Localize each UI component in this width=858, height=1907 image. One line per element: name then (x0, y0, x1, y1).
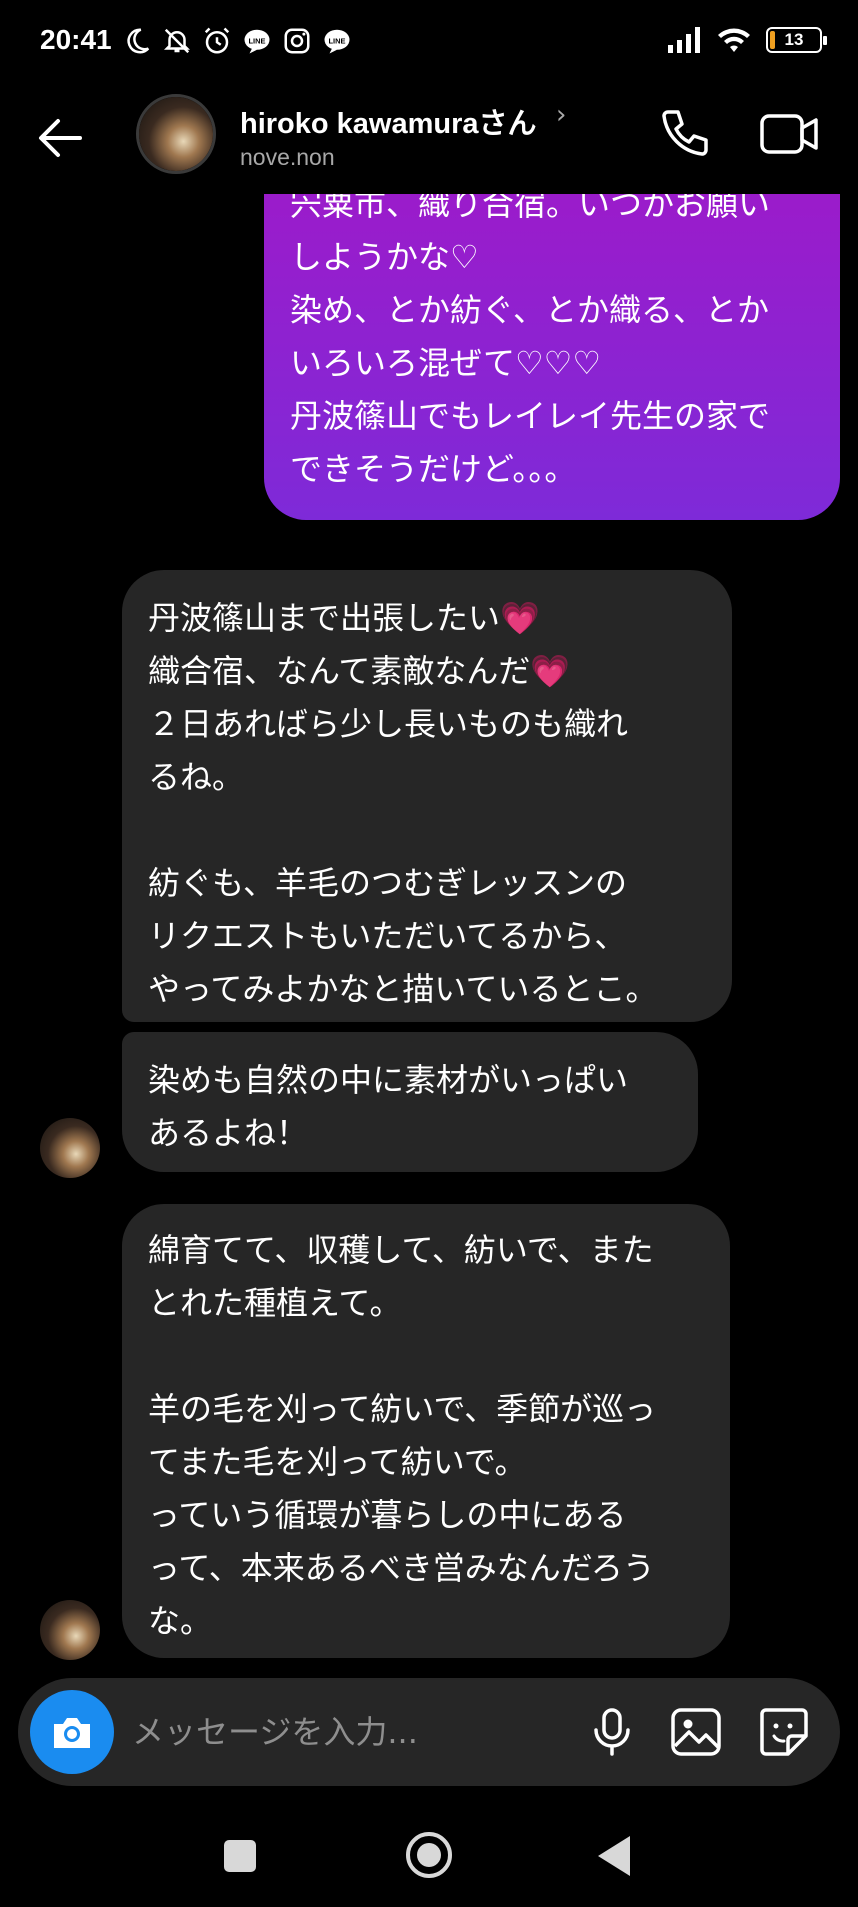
message-thread[interactable]: 宍粟市、織り合宿。いつかお願い しようかな♡ 染め、とか紡ぐ、とか織る、とか い… (0, 194, 858, 1664)
camera-button[interactable] (30, 1690, 114, 1774)
camera-icon (54, 1718, 90, 1748)
line-icon: LINE (324, 29, 350, 54)
message-composer (18, 1678, 840, 1786)
recent-apps-button[interactable] (224, 1840, 256, 1872)
sender-avatar[interactable] (40, 1600, 100, 1660)
microphone-icon[interactable] (584, 1704, 640, 1760)
message-bubble-sent[interactable]: 宍粟市、織り合宿。いつかお願い しようかな♡ 染め、とか紡ぐ、とか織る、とか い… (264, 194, 840, 520)
status-notification-icons: LINE LINE (122, 26, 352, 56)
instagram-icon (284, 28, 310, 54)
contact-name[interactable]: hiroko kawamuraさん (240, 100, 537, 142)
svg-text:LINE: LINE (328, 37, 345, 46)
system-back-button[interactable] (598, 1836, 630, 1876)
bell-off-icon (163, 28, 191, 54)
system-navigation-bar (0, 1800, 858, 1907)
battery-indicator: 13 (766, 27, 827, 53)
chat-header: hiroko kawamuraさん › nove.non (0, 86, 858, 194)
status-time: 20:41 (40, 24, 112, 55)
wifi-icon (718, 28, 750, 52)
chevron-right-icon[interactable]: › (556, 100, 566, 130)
video-call-icon[interactable] (758, 104, 820, 164)
message-input[interactable] (132, 1704, 572, 1760)
svg-text:LINE: LINE (248, 37, 265, 46)
back-arrow-icon[interactable] (30, 108, 90, 168)
sender-avatar[interactable] (40, 1118, 100, 1178)
message-bubble-received[interactable]: 染めも自然の中に素材がいっぱい あるよね！ (122, 1032, 698, 1172)
status-bar: 20:41 LINE LINE 13 (0, 0, 858, 86)
home-button[interactable] (406, 1832, 452, 1878)
line-icon: LINE (244, 29, 270, 54)
moon-icon (127, 28, 150, 54)
alarm-icon (204, 27, 230, 54)
status-system-icons: 13 (668, 26, 827, 54)
contact-avatar[interactable] (136, 94, 216, 174)
message-bubble-received[interactable]: 綿育てて、収穫して、紡いで、また とれた種植えて。 羊の毛を刈って紡いで、季節が… (122, 1204, 730, 1658)
contact-username[interactable]: nove.non (240, 144, 335, 171)
gallery-icon[interactable] (668, 1704, 724, 1760)
sticker-icon[interactable] (756, 1704, 812, 1760)
phone-call-icon[interactable] (654, 104, 714, 164)
battery-level: 13 (784, 30, 804, 49)
message-bubble-received[interactable]: 丹波篠山まで出張したい💗 織合宿、なんて素敵なんだ💗 ２日あればら少し長いものも… (122, 570, 732, 1022)
signal-icon (668, 27, 700, 53)
